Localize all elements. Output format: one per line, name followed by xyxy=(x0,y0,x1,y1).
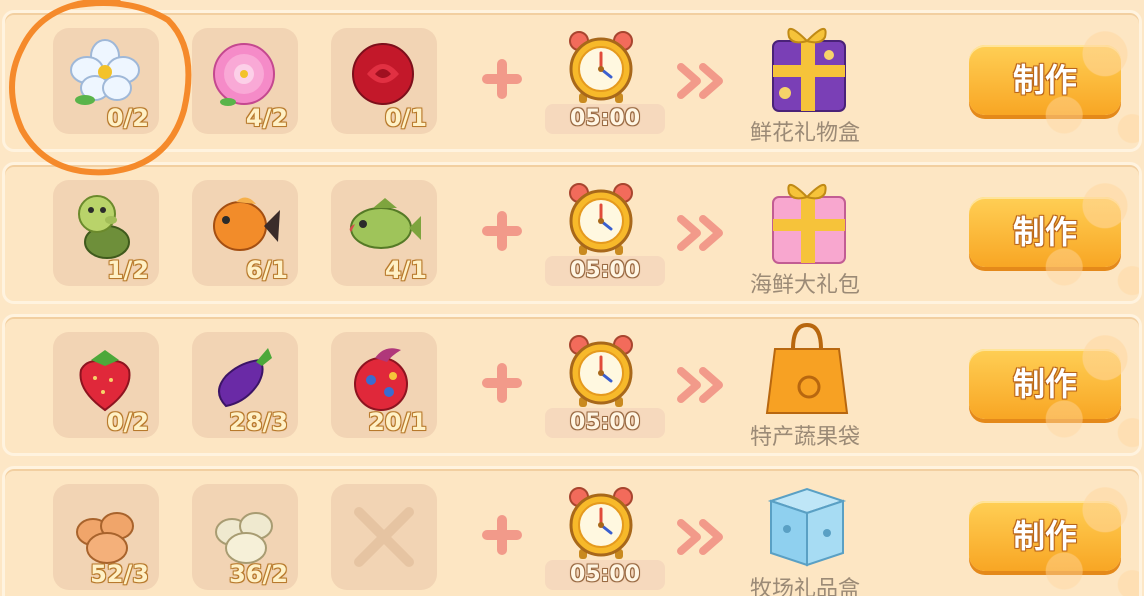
brown-eggs-icon xyxy=(76,512,134,564)
orange-shopping-bag-icon xyxy=(765,322,849,414)
product-name: 特产蔬果袋 xyxy=(749,425,860,450)
ingredient-slot-3[interactable]: 4/1 xyxy=(331,180,437,286)
plus-icon xyxy=(480,57,524,101)
red-rose-icon xyxy=(352,43,414,105)
pink-peony-icon xyxy=(213,43,275,106)
ingredient-count: 0/1 xyxy=(384,104,427,132)
ingredient-slot-2[interactable]: 6/1 xyxy=(192,180,298,286)
craft-button[interactable]: 制作 xyxy=(969,501,1121,571)
recipe-row-flower-gift-box: 0/2 4/2 0/1 05:00 鲜花礼物盒 制作 xyxy=(2,10,1142,152)
ingredient-count: 4/2 xyxy=(245,104,288,132)
ingredient-count: 36/2 xyxy=(229,560,288,588)
double-arrow-icon xyxy=(677,63,729,99)
alarm-clock-icon xyxy=(565,485,637,561)
green-bass-fish-icon xyxy=(349,198,421,249)
eggplant-icon xyxy=(218,348,272,408)
green-turtle-icon xyxy=(78,195,130,259)
product-name: 鲜花礼物盒 xyxy=(749,121,860,146)
product-name: 海鲜大礼包 xyxy=(749,273,860,298)
ingredient-slot-1[interactable]: 52/3 xyxy=(53,484,159,590)
ingredient-slot-2[interactable]: 36/2 xyxy=(192,484,298,590)
pink-gift-box-icon xyxy=(772,184,846,264)
ingredient-count: 20/1 xyxy=(368,408,427,436)
ingredient-slot-1[interactable]: 1/2 xyxy=(53,180,159,286)
double-arrow-icon xyxy=(677,215,729,251)
ingredient-slot-3[interactable]: 0/1 xyxy=(331,28,437,134)
recipe-row-fruit-veg-bag: 0/2 28/3 20/1 05:00 特产蔬果袋 制作 xyxy=(2,314,1142,456)
ingredient-count: 0/2 xyxy=(106,408,149,436)
blue-gift-box-icon xyxy=(767,487,847,567)
craft-timer: 05:00 xyxy=(545,256,665,286)
alarm-clock-icon xyxy=(565,333,637,409)
strawberry-icon xyxy=(79,350,131,412)
double-arrow-icon xyxy=(677,519,729,555)
crafting-panel: 0/2 4/2 0/1 05:00 鲜花礼物盒 制作 1/2 6/1 4/1 0… xyxy=(0,0,1144,596)
purple-gift-box-icon xyxy=(772,28,846,112)
ingredient-count: 0/2 xyxy=(106,104,149,132)
alarm-clock-icon xyxy=(565,181,637,257)
craft-timer: 05:00 xyxy=(545,408,665,438)
craft-button[interactable]: 制作 xyxy=(969,349,1121,419)
ingredient-slot-2[interactable]: 4/2 xyxy=(192,28,298,134)
double-arrow-icon xyxy=(677,367,729,403)
white-eggs-icon xyxy=(215,512,273,564)
craft-timer: 05:00 xyxy=(545,560,665,590)
plus-icon xyxy=(480,513,524,557)
recipe-row-seafood-gift-pack: 1/2 6/1 4/1 05:00 海鲜大礼包 制作 xyxy=(2,162,1142,304)
craft-button[interactable]: 制作 xyxy=(969,197,1121,267)
alarm-clock-icon xyxy=(565,29,637,105)
ingredient-count: 28/3 xyxy=(229,408,288,436)
recipe-row-ranch-gift-box: 52/3 36/2 05:00 牧场礼品盒 制作 xyxy=(2,466,1142,596)
plus-icon xyxy=(480,361,524,405)
ingredient-slot-2[interactable]: 28/3 xyxy=(192,332,298,438)
ingredient-count: 6/1 xyxy=(245,256,288,284)
dragon-fruit-icon xyxy=(354,348,408,411)
ingredient-slot-3-empty xyxy=(331,484,437,590)
ingredient-count: 52/3 xyxy=(90,560,149,588)
ingredient-slot-3[interactable]: 20/1 xyxy=(331,332,437,438)
empty-slot-x-icon xyxy=(354,507,414,567)
product-name: 牧场礼品盒 xyxy=(749,577,860,596)
white-flower-icon xyxy=(70,39,140,105)
ingredient-slot-1[interactable]: 0/2 xyxy=(53,28,159,134)
ingredient-count: 1/2 xyxy=(106,256,149,284)
plus-icon xyxy=(480,209,524,253)
craft-timer: 05:00 xyxy=(545,104,665,134)
ingredient-count: 4/1 xyxy=(384,256,427,284)
orange-fish-icon xyxy=(213,197,280,251)
craft-button[interactable]: 制作 xyxy=(969,45,1121,115)
ingredient-slot-1[interactable]: 0/2 xyxy=(53,332,159,438)
